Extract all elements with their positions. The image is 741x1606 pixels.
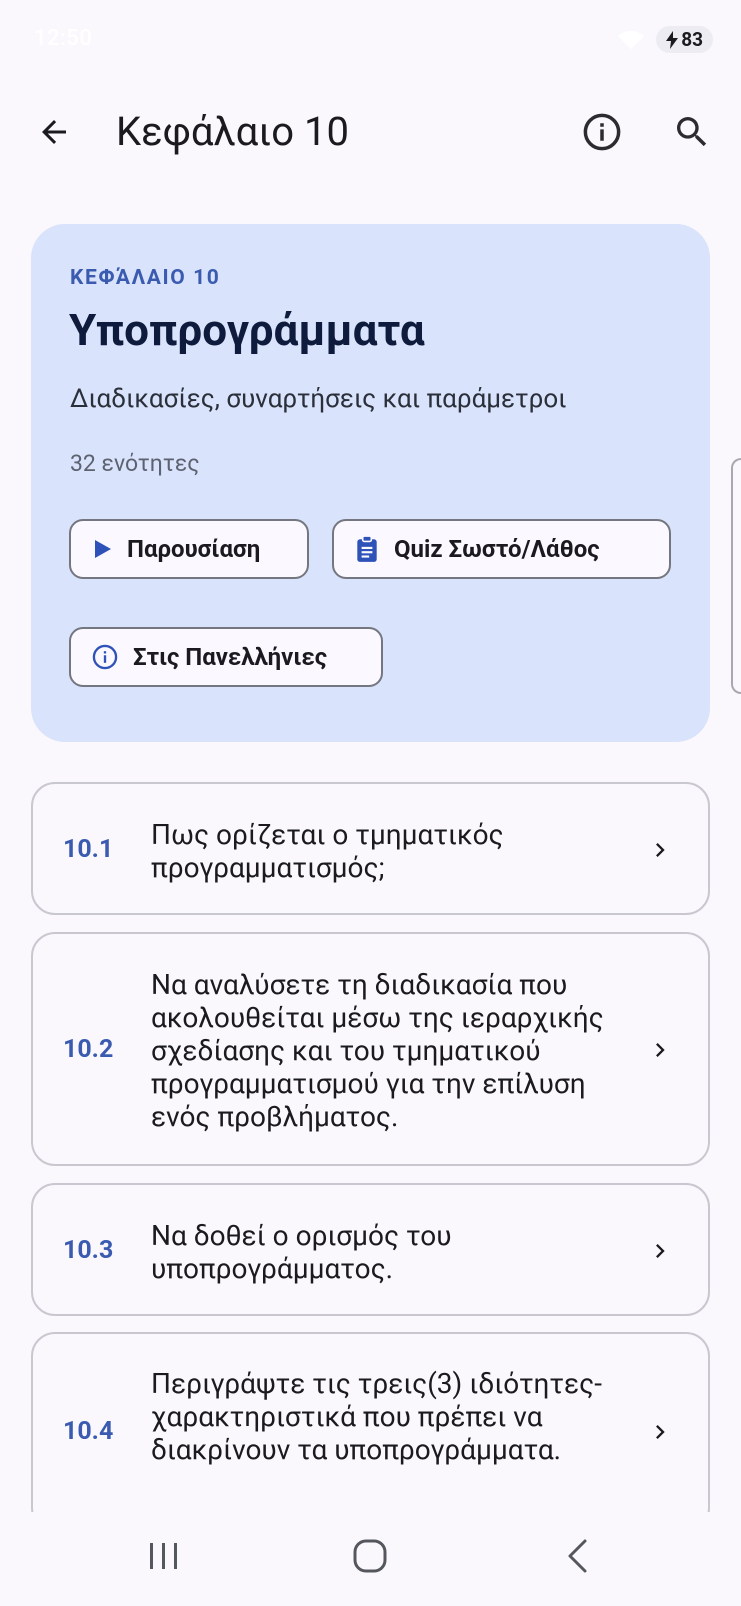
chevron-right-icon — [656, 1043, 665, 1057]
chevron-right-icon — [656, 843, 665, 857]
arrow-back-icon — [42, 120, 66, 144]
section-number: 10.3 — [63, 1236, 114, 1265]
panellinies-label: Στις Πανελλήνιες — [133, 643, 328, 671]
charging-icon — [666, 30, 679, 49]
page-title: Κεφάλαιο 10 — [116, 108, 349, 155]
list-item[interactable]: 10.3 Να δοθεί ο ορισμός του υποπρογράμμα… — [31, 1183, 710, 1316]
info-icon — [583, 113, 621, 151]
section-title: Να αναλύσετε τη διαδικασία που ακολουθεί… — [151, 968, 604, 1133]
search-icon — [677, 117, 707, 147]
quiz-button[interactable]: Quiz Σωστό/Λάθος — [332, 519, 671, 579]
chevron-right-icon — [656, 1425, 665, 1439]
section-number: 10.4 — [63, 1417, 114, 1446]
chapter-subtitle: Διαδικασίες, συναρτήσεις και παράμετροι — [70, 384, 567, 414]
back-nav-icon[interactable] — [563, 1538, 595, 1574]
section-number: 10.2 — [63, 1035, 114, 1064]
clipboard-icon — [357, 535, 377, 562]
system-nav-bar — [0, 1512, 741, 1606]
search-button[interactable] — [668, 108, 716, 156]
back-button[interactable] — [32, 110, 76, 154]
presentation-button[interactable]: Παρουσίαση — [69, 519, 309, 579]
section-title: Να δοθεί ο ορισμός του υποπρογράμματος. — [151, 1219, 452, 1285]
info-button[interactable] — [578, 108, 626, 156]
chapter-header-card: ΚΕΦΆΛΑΙΟ 10 Υποπρογράμματα Διαδικασίες, … — [31, 224, 710, 742]
battery-badge: 83 — [656, 26, 713, 53]
home-icon[interactable] — [352, 1538, 388, 1574]
list-item[interactable]: 10.4 Περιγράψτε τις τρεις(3) ιδιότητες-χ… — [31, 1332, 710, 1532]
chapter-kicker: ΚΕΦΆΛΑΙΟ 10 — [70, 266, 221, 290]
section-count: 32 ενότητες — [70, 450, 200, 477]
play-icon — [95, 540, 111, 558]
list-item[interactable]: 10.1 Πως ορίζεται ο τμηματικός προγραμμα… — [31, 782, 710, 915]
quiz-label: Quiz Σωστό/Λάθος — [394, 535, 600, 563]
section-number: 10.1 — [63, 835, 114, 864]
scroll-indicator[interactable] — [731, 458, 741, 694]
top-app-bar: Κεφάλαιο 10 — [0, 96, 741, 168]
battery-level: 83 — [681, 28, 703, 51]
chevron-right-icon — [656, 1244, 665, 1258]
info-outline-icon — [92, 644, 118, 670]
presentation-label: Παρουσίαση — [127, 535, 261, 563]
status-icons: 83 — [616, 26, 713, 53]
status-time: 12:50 — [34, 26, 93, 51]
status-bar: 12:50 83 — [0, 0, 741, 78]
chapter-title: Υποπρογράμματα — [69, 304, 425, 356]
section-title: Περιγράψτε τις τρεις(3) ιδιότητες-χαρακτ… — [151, 1367, 602, 1466]
section-title: Πως ορίζεται ο τμηματικός προγραμματισμό… — [151, 818, 504, 884]
wifi-icon — [618, 30, 645, 49]
recents-icon[interactable] — [146, 1540, 182, 1572]
panellinies-button[interactable]: Στις Πανελλήνιες — [69, 627, 383, 687]
list-item[interactable]: 10.2 Να αναλύσετε τη διαδικασία που ακολ… — [31, 932, 710, 1166]
